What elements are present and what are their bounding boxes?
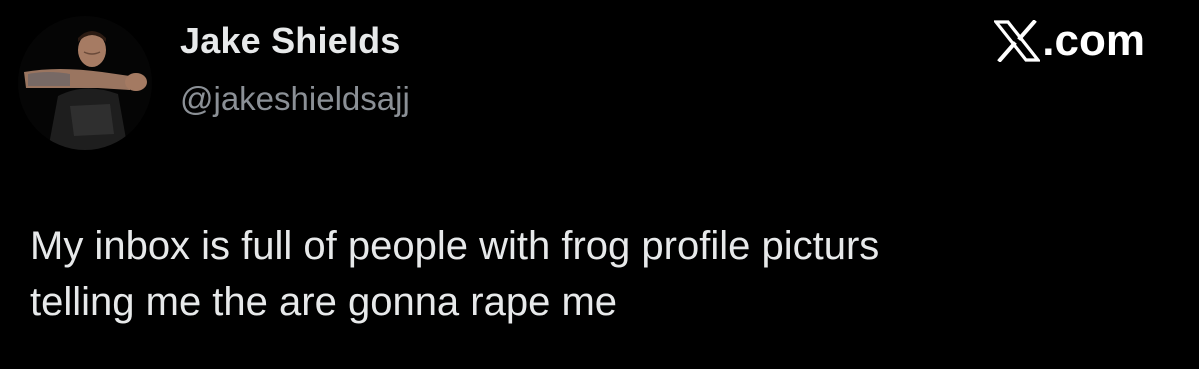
avatar[interactable] (18, 16, 152, 150)
tweet-body: My inbox is full of people with frog pro… (30, 218, 1170, 330)
tweet-card: Jake Shields @jakeshieldsajj .com My inb… (0, 0, 1199, 369)
x-logo-icon (994, 20, 1041, 62)
tweet-text-line: telling me the are gonna rape me (30, 280, 618, 324)
avatar-image (18, 16, 152, 150)
tweet-text-line: My inbox is full of people with frog pro… (30, 224, 880, 268)
display-name[interactable]: Jake Shields (180, 20, 401, 62)
user-handle[interactable]: @jakeshieldsajj (180, 80, 410, 118)
x-brand-watermark: .com (994, 16, 1145, 66)
brand-domain-text: .com (1042, 16, 1145, 65)
